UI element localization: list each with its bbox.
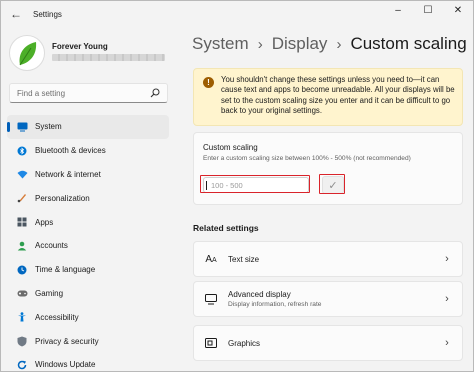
avatar[interactable] (9, 35, 45, 71)
sidebar-item-privacy-security[interactable]: Privacy & security (7, 329, 169, 353)
maximize-button[interactable]: ☐ (413, 1, 443, 19)
minimize-button[interactable]: – (383, 1, 413, 19)
accounts-icon (15, 239, 29, 253)
chevron-right-icon: › (445, 293, 449, 305)
related-text-size-text: Text size (228, 255, 440, 264)
app-title: Settings (33, 9, 62, 19)
sidebar-item-apps[interactable]: Apps (7, 210, 169, 234)
accessibility-icon (15, 310, 29, 324)
chevron-right-icon: › (445, 337, 449, 349)
apply-scaling-button[interactable]: ✓ (322, 176, 344, 194)
sidebar-item-bluetooth-devices[interactable]: Bluetooth & devices (7, 139, 169, 163)
title-bar: ← Settings – ☐ ✕ (1, 1, 473, 27)
personalization-icon (15, 191, 29, 205)
page-title: Custom scaling (350, 34, 467, 53)
breadcrumb-separator: › (257, 35, 263, 53)
sidebar-item-label: System (35, 122, 62, 132)
windows-update-icon (15, 358, 29, 371)
related-item-title: Graphics (228, 338, 261, 348)
monitor-icon (203, 291, 219, 307)
network-icon (15, 167, 29, 181)
back-button[interactable]: ← (5, 3, 27, 25)
profile-name: Forever Young (52, 42, 108, 51)
sidebar-item-system[interactable]: System (7, 115, 169, 139)
related-graphics[interactable]: Graphics › (193, 325, 463, 361)
sidebar-item-label: Windows Update (35, 360, 96, 370)
bluetooth-icon (15, 144, 29, 158)
system-icon (15, 120, 29, 134)
sidebar-item-personalization[interactable]: Personalization (7, 186, 169, 210)
text-caret (206, 180, 207, 190)
leaf-icon (19, 42, 37, 66)
sidebar-item-windows-update[interactable]: Windows Update (7, 353, 169, 371)
warning-banner: ! You shouldn't change these settings un… (193, 68, 463, 126)
custom-scaling-title: Custom scaling (203, 143, 258, 152)
sidebar-item-network-internet[interactable]: Network & internet (7, 163, 169, 187)
sidebar-item-label: Accessibility (35, 312, 79, 322)
sidebar-item-gaming[interactable]: Gaming (7, 282, 169, 306)
sidebar-item-accounts[interactable]: Accounts (7, 234, 169, 258)
sidebar-item-label: Accounts (35, 241, 68, 251)
sidebar-item-accessibility[interactable]: Accessibility (7, 305, 169, 329)
breadcrumb-display[interactable]: Display (272, 34, 328, 54)
related-settings-heading: Related settings (193, 223, 259, 233)
breadcrumb: System › Display › Custom scaling (192, 34, 467, 54)
text-size-icon: AA (205, 253, 217, 265)
custom-scaling-input[interactable]: 100 - 500 (203, 177, 309, 193)
related-item-title: Text size (228, 254, 260, 264)
chevron-right-icon: › (445, 253, 449, 265)
sidebar-item-label: Time & language (35, 265, 96, 275)
sidebar-item-label: Gaming (35, 288, 64, 298)
apps-icon (15, 215, 29, 229)
search-input[interactable]: Find a setting (17, 89, 148, 98)
warning-text: You shouldn't change these settings unle… (221, 75, 455, 116)
time-language-icon (15, 263, 29, 277)
search-box[interactable]: Find a setting (9, 83, 168, 103)
sidebar-item-label: Personalization (35, 193, 90, 203)
settings-window: ← Settings – ☐ ✕ Forever Young Find a se… (0, 0, 474, 372)
search-icon (148, 86, 162, 100)
warning-icon: ! (203, 77, 214, 88)
sidebar-nav: System Bluetooth & devices Network & inter… (7, 115, 169, 371)
sidebar-item-label: Bluetooth & devices (35, 146, 106, 156)
sidebar-item-label: Privacy & security (35, 336, 99, 346)
custom-scaling-card: Custom scaling Enter a custom scaling si… (193, 132, 463, 205)
related-item-title: Advanced display (228, 290, 291, 299)
related-item-subtitle: Display information, refresh rate (228, 301, 322, 308)
related-graphics-text: Graphics (228, 339, 440, 348)
related-advanced-display[interactable]: Advanced display Display information, re… (193, 281, 463, 317)
custom-scaling-description: Enter a custom scaling size between 100%… (203, 155, 411, 162)
related-advanced-display-text: Advanced display Display information, re… (228, 290, 440, 308)
close-button[interactable]: ✕ (443, 1, 473, 19)
graphics-icon (203, 335, 219, 351)
window-controls: – ☐ ✕ (383, 1, 473, 19)
custom-scaling-placeholder: 100 - 500 (211, 180, 243, 190)
sidebar-item-label: Apps (35, 217, 54, 227)
related-text-size[interactable]: AA Text size › (193, 241, 463, 277)
breadcrumb-separator: › (336, 35, 342, 53)
profile-email-redacted (52, 54, 165, 61)
gaming-icon (15, 286, 29, 300)
breadcrumb-system[interactable]: System (192, 34, 249, 54)
checkmark-icon: ✓ (328, 179, 338, 192)
shield-icon (15, 334, 29, 348)
sidebar-item-time-language[interactable]: Time & language (7, 258, 169, 282)
back-arrow-icon: ← (10, 7, 22, 21)
sidebar-item-label: Network & internet (35, 169, 101, 179)
